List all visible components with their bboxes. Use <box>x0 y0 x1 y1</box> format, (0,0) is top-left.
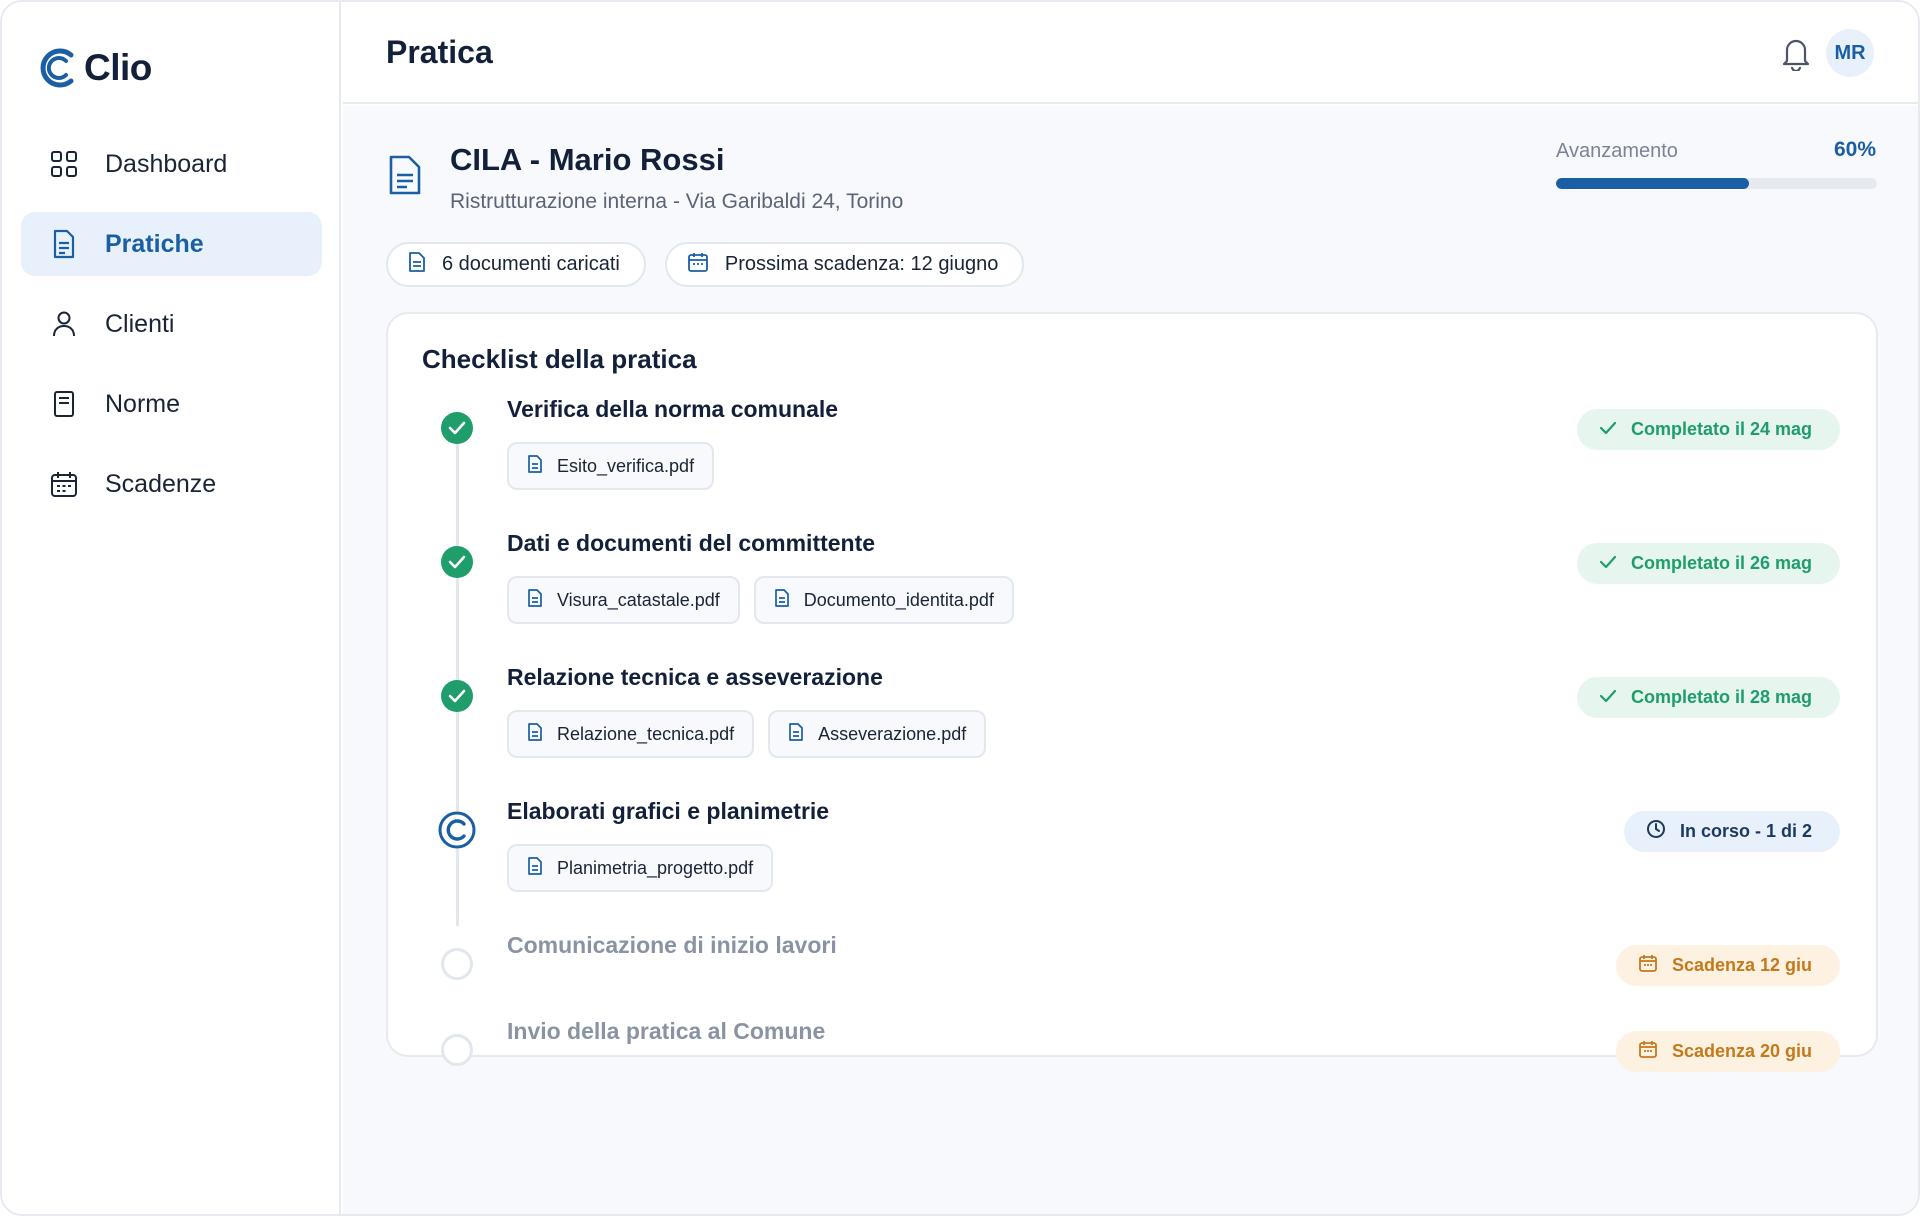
step-files: Visura_catastale.pdf Documento_identita.… <box>507 576 1014 624</box>
status-badge: Scadenza 12 giu <box>1615 945 1840 986</box>
file-chip[interactable]: Asseverazione.pdf <box>768 710 987 758</box>
in-progress-icon <box>438 811 476 849</box>
main-content: CILA - Mario Rossi Ristrutturazione inte… <box>343 106 1918 1214</box>
checklist-card: Checklist della pratica Verifica della n… <box>386 312 1878 1072</box>
document-icon <box>388 154 422 196</box>
top-header: Pratica MR <box>343 2 1918 104</box>
status-text: Completato il 26 mag <box>1630 553 1812 573</box>
next-deadline-text: Prossima scadenza: 12 giugno <box>724 253 999 275</box>
file-name: Asseverazione.pdf <box>818 723 967 744</box>
status-badge: Completato il 26 mag <box>1576 543 1840 584</box>
document-icon <box>49 229 79 259</box>
calendar-icon <box>687 251 709 279</box>
check-circle-icon <box>441 412 473 444</box>
checklist-title: Checklist della pratica <box>422 344 697 374</box>
file-name: Visura_catastale.pdf <box>557 589 720 610</box>
status-text: In corso - 1 di 2 <box>1679 821 1812 841</box>
file-chip[interactable]: Documento_identita.pdf <box>753 576 1014 624</box>
calendar-icon <box>1638 1039 1658 1064</box>
file-icon <box>527 454 543 479</box>
sidebar-item-label: Scadenze <box>105 469 217 498</box>
file-name: Relazione_tecnica.pdf <box>557 723 735 744</box>
step-files: Esito_verifica.pdf <box>507 442 715 490</box>
progress-value: 60% <box>1833 138 1876 161</box>
status-text: Scadenza 12 giu <box>1671 955 1812 975</box>
app-logo[interactable]: Clio <box>38 46 152 90</box>
step-title: Verifica della norma comunale <box>507 396 839 422</box>
app-window: Clio Dashboard Pratiche Clienti Norme Sc… <box>0 0 1920 1216</box>
file-icon <box>788 722 804 747</box>
sidebar: Clio Dashboard Pratiche Clienti Norme Sc… <box>2 2 341 1214</box>
app-name: Clio <box>84 47 152 88</box>
book-icon <box>49 389 79 419</box>
file-icon <box>527 722 543 747</box>
clock-icon <box>1646 819 1666 844</box>
file-icon <box>774 588 790 613</box>
page-title: Pratica <box>386 34 493 70</box>
sidebar-item-label: Pratiche <box>105 229 204 258</box>
progress-bar-fill <box>1556 178 1749 189</box>
file-chip[interactable]: Visura_catastale.pdf <box>507 576 740 624</box>
calendar-icon <box>1638 953 1658 978</box>
step-title: Dati e documenti del committente <box>507 530 876 556</box>
sidebar-item-clienti[interactable]: Clienti <box>21 292 322 356</box>
check-circle-icon <box>441 546 473 578</box>
avatar[interactable]: MR <box>1826 29 1874 77</box>
practice-info-chips: 6 documenti caricati Prossima scadenza: … <box>386 242 1025 287</box>
sidebar-item-label: Dashboard <box>105 149 228 178</box>
status-text: Completato il 28 mag <box>1630 687 1812 707</box>
file-chip[interactable]: Relazione_tecnica.pdf <box>507 710 755 758</box>
step-title: Invio della pratica al Comune <box>507 1018 826 1044</box>
file-icon <box>527 588 543 613</box>
file-chip[interactable]: Planimetria_progetto.pdf <box>507 844 774 892</box>
document-icon <box>408 251 426 279</box>
status-badge: Scadenza 20 giu <box>1615 1031 1840 1072</box>
empty-circle-icon <box>441 948 473 980</box>
sidebar-item-label: Norme <box>105 389 181 418</box>
check-icon <box>1599 553 1617 574</box>
check-circle-icon <box>441 680 473 712</box>
clio-logo-icon <box>40 48 74 88</box>
grid-icon <box>49 149 79 179</box>
progress-label: Avanzamento <box>1556 140 1678 162</box>
status-badge: In corso - 1 di 2 <box>1623 811 1840 852</box>
status-badge: Completato il 28 mag <box>1576 677 1840 718</box>
sidebar-item-norme[interactable]: Norme <box>21 372 322 436</box>
status-text: Completato il 24 mag <box>1630 419 1812 439</box>
calendar-icon <box>49 469 79 499</box>
progress-bar <box>1556 178 1877 189</box>
step-files: Planimetria_progetto.pdf <box>507 844 774 892</box>
file-name: Esito_verifica.pdf <box>557 455 695 476</box>
sidebar-item-scadenze[interactable]: Scadenze <box>21 452 322 516</box>
practice-title: CILA - Mario Rossi <box>450 142 725 177</box>
sidebar-item-dashboard[interactable]: Dashboard <box>21 132 322 196</box>
step-title: Elaborati grafici e planimetrie <box>507 798 830 824</box>
step-title: Comunicazione di inizio lavori <box>507 932 837 958</box>
file-name: Planimetria_progetto.pdf <box>557 857 754 878</box>
file-chip[interactable]: Esito_verifica.pdf <box>507 442 715 490</box>
step-files: Relazione_tecnica.pdf Asseverazione.pdf <box>507 710 987 758</box>
documents-count-chip: 6 documenti caricati <box>386 242 646 287</box>
step-title: Relazione tecnica e asseverazione <box>507 664 883 690</box>
check-icon <box>1599 687 1617 708</box>
next-deadline-chip: Prossima scadenza: 12 giugno <box>664 242 1025 287</box>
sidebar-nav: Dashboard Pratiche Clienti Norme Scadenz… <box>21 132 322 532</box>
check-icon <box>1599 419 1617 440</box>
practice-subtitle: Ristrutturazione interna - Via Garibaldi… <box>450 190 904 213</box>
status-badge: Completato il 24 mag <box>1576 409 1840 450</box>
sidebar-item-label: Clienti <box>105 309 175 338</box>
status-text: Scadenza 20 giu <box>1671 1041 1812 1061</box>
file-icon <box>527 856 543 881</box>
notification-bell-icon[interactable] <box>1779 35 1813 73</box>
sidebar-item-pratiche[interactable]: Pratiche <box>21 212 322 276</box>
file-name: Documento_identita.pdf <box>803 589 994 610</box>
user-icon <box>49 309 79 339</box>
documents-count-text: 6 documenti caricati <box>442 253 620 275</box>
empty-circle-icon <box>441 1034 473 1066</box>
